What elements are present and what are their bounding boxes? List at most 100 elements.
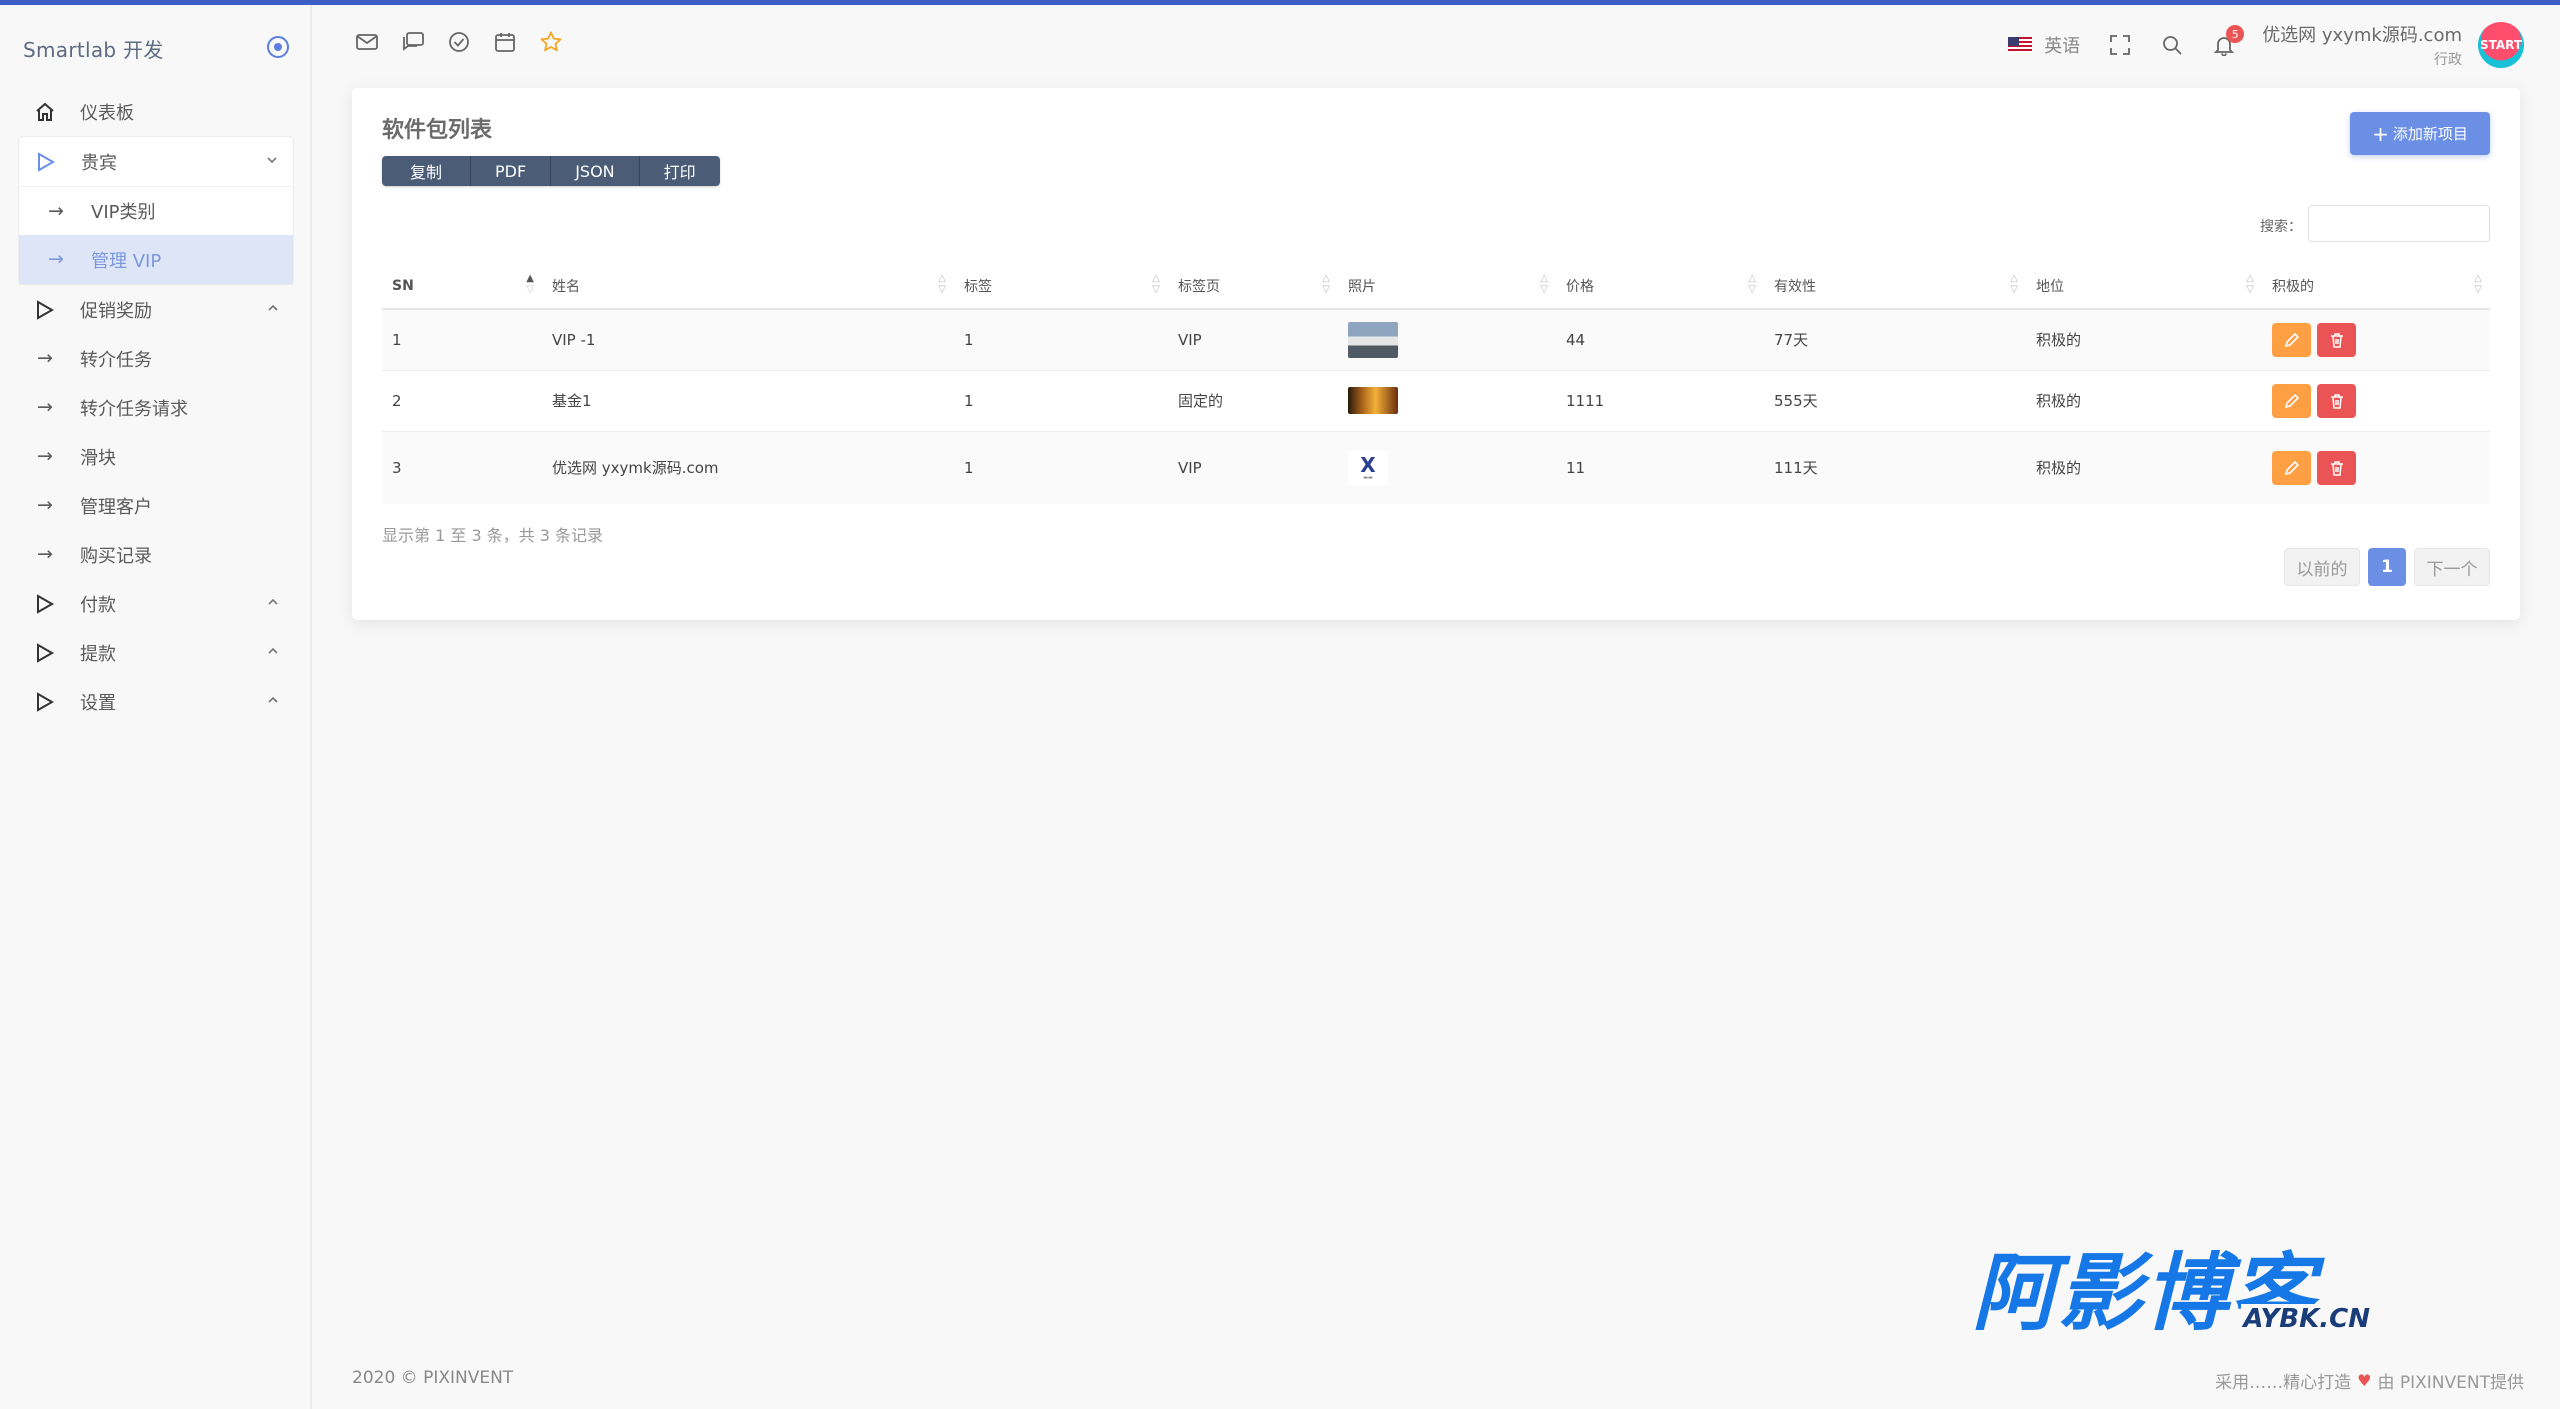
cell-sn: 1 [382,309,542,371]
check-circle-icon[interactable] [446,29,472,55]
user-info[interactable]: 优选网 yxymk源码.com 行政 [2262,21,2462,69]
column-header-status[interactable]: 地位 △ ▽ [2026,263,2262,310]
column-label: SN [392,277,414,294]
cell-tag: 1 [954,370,1168,432]
column-label: 地位 [2036,278,2064,295]
column-header-actions[interactable]: 积极的 △ ▽ [2262,263,2490,310]
sort-icon: △ ▽ [2010,273,2018,295]
sidebar-item-label: 贵宾 [81,152,117,174]
plus-icon: + [2372,121,2389,146]
sidebar-item-label: 转介任务 [80,349,152,371]
sidebar-item-withdraw[interactable]: 提款 [18,628,294,677]
language-selector[interactable]: 英语 [2044,32,2080,58]
copy-button[interactable]: 复制 [382,156,472,186]
sidebar-item-dashboard[interactable]: 仪表板 [18,87,294,136]
cell-photo: X ▬▬ [1338,431,1556,504]
pencil-icon [2284,460,2299,475]
cell-status: 积极的 [2026,309,2262,371]
arrow-right-icon: → [37,396,53,418]
star-icon[interactable] [538,29,564,55]
calendar-icon[interactable] [492,29,518,55]
sidebar-toggle-icon[interactable] [267,36,289,58]
column-label: 姓名 [552,278,580,295]
bell-icon[interactable]: 5 [2210,25,2245,59]
cell-status: 积极的 [2026,370,2262,432]
heart-icon: ♥ [2357,1371,2372,1390]
search-icon[interactable] [2158,31,2186,59]
sort-icon: △ ▽ [2474,273,2482,295]
pagination-next[interactable]: 下一个 [2414,548,2490,586]
table-row: 2 基金1 1 固定的 1111 555天 积极的 [382,370,2490,432]
chevron-down-icon [267,157,277,164]
cell-validity: 77天 [1764,309,2026,371]
pagination-prev[interactable]: 以前的 [2284,548,2360,586]
chevron-up-icon [268,647,278,654]
watermark-en: AYBK.CN [2241,1304,2372,1334]
sidebar-item-vip[interactable]: 贵宾 [19,137,293,186]
play-icon [34,691,56,713]
brand[interactable]: Smartlab 开发 [23,31,289,65]
chat-icon[interactable] [400,29,426,55]
pencil-icon [2284,393,2299,408]
arrow-right-icon: → [48,248,64,270]
column-header-price[interactable]: 价格 △ ▽ [1556,263,1764,310]
watermark: 阿影博客 AYBK.CN [1972,1248,2372,1338]
logo-thumbnail: X ▬▬ [1348,449,1388,486]
mail-icon[interactable] [354,29,380,55]
cell-actions [2262,431,2490,504]
avatar[interactable]: START [2478,22,2524,68]
sidebar-item-slider[interactable]: → 滑块 [18,432,294,481]
edit-button[interactable] [2272,450,2311,485]
chevron-up-icon [268,598,278,605]
sidebar-item-label: 购买记录 [80,545,152,567]
add-button-label: 添加新项目 [2392,125,2468,143]
sidebar-item-promotion[interactable]: 促销奖励 [18,285,294,334]
sidebar-item-vip-category[interactable]: → VIP类别 [19,186,293,235]
cell-price: 11 [1556,431,1764,504]
print-button[interactable]: 打印 [639,156,720,186]
column-header-validity[interactable]: 有效性 △ ▽ [1764,263,2026,310]
sidebar-item-manage-vip[interactable]: → 管理 VIP [19,235,293,284]
delete-button[interactable] [2317,322,2356,357]
arrow-right-icon: → [37,347,53,369]
edit-button[interactable] [2272,383,2311,418]
column-label: 积极的 [2272,278,2314,295]
footer-credit-prefix: 采用……精心打造 [2215,1373,2352,1393]
sidebar-item-settings[interactable]: 设置 [18,677,294,726]
arrow-right-icon: → [37,494,53,516]
edit-button[interactable] [2272,322,2311,357]
package-list-card: 软件包列表 复制 PDF JSON 打印 + 添加新项目 搜索： SN ▲ ▽ 姓名… [352,88,2520,620]
pagination: 以前的 1 下一个 [2284,548,2490,586]
search-input[interactable] [2308,205,2490,242]
column-header-tag[interactable]: 标签 △ ▽ [954,263,1168,310]
column-header-sn[interactable]: SN ▲ ▽ [382,263,542,310]
json-button[interactable]: JSON [551,156,640,186]
table-row: 3 优选网 yxymk源码.com 1 VIP X ▬▬ 11 111天 积极的 [382,431,2490,504]
top-navbar: 英语 5 优选网 yxymk源码.com 行政 START [312,5,2560,77]
pdf-button[interactable]: PDF [471,156,552,186]
sidebar-item-customers[interactable]: → 管理客户 [18,481,294,530]
search-label: 搜索： [2260,219,2302,235]
sort-icon: △ ▽ [1322,273,1330,295]
cell-sn: 2 [382,370,542,432]
sidebar-item-referral-request[interactable]: → 转介任务请求 [18,383,294,432]
pagination-page-1[interactable]: 1 [2368,548,2406,586]
column-header-tab[interactable]: 标签页 △ ▽ [1168,263,1338,310]
sidebar-item-label: 促销奖励 [80,300,152,322]
play-icon [34,299,56,321]
footer-credit-suffix: 由 PIXINVENT提供 [2377,1373,2524,1393]
sidebar-item-purchases[interactable]: → 购买记录 [18,530,294,579]
sidebar-item-payment[interactable]: 付款 [18,579,294,628]
cell-actions [2262,309,2490,371]
sidebar-item-referral-task[interactable]: → 转介任务 [18,334,294,383]
us-flag-icon[interactable] [2008,37,2033,53]
fullscreen-icon[interactable] [2106,31,2134,59]
cell-tab: VIP [1168,431,1338,504]
column-label: 标签页 [1178,278,1220,295]
column-header-photo[interactable]: 照片 △ ▽ [1338,263,1556,310]
chevron-up-icon [268,304,278,311]
add-new-item-button[interactable]: + 添加新项目 [2350,112,2490,155]
column-header-name[interactable]: 姓名 △ ▽ [542,263,954,310]
delete-button[interactable] [2317,450,2356,485]
delete-button[interactable] [2317,383,2356,418]
